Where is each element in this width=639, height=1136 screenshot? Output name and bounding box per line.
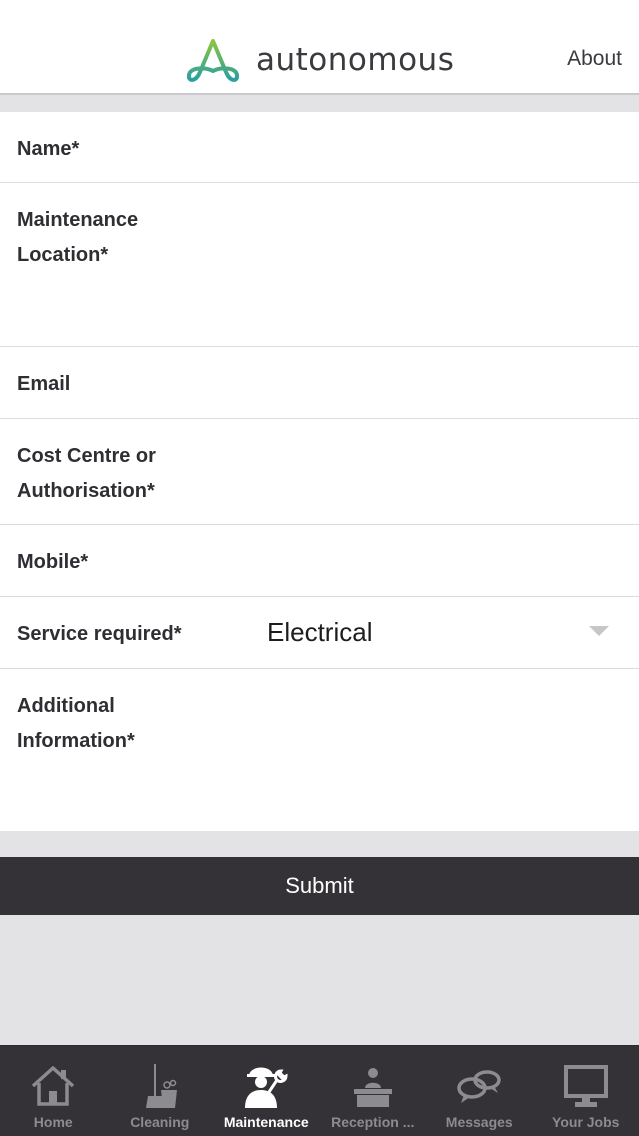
home-icon — [32, 1066, 75, 1106]
service-selected-value[interactable]: Electrical — [267, 617, 372, 648]
tab-messages-label: Messages — [445, 1114, 513, 1130]
tab-reception-label: Reception ... — [331, 1114, 415, 1130]
maintenance-form: Name* Maintenance Location* Email Cost C… — [0, 112, 639, 831]
cost-centre-field[interactable]: Cost Centre or Authorisation* — [0, 419, 639, 525]
email-label: Email — [17, 373, 71, 395]
name-label: Name* — [17, 138, 80, 160]
service-select[interactable]: Service required* Electrical — [0, 597, 639, 669]
bottom-tab-bar: Home Cleaning Maintenance Reception ... — [0, 1045, 639, 1136]
brand-logo: autonomous — [186, 38, 454, 86]
autonomous-logo-icon — [186, 39, 240, 82]
mobile-label: Mobile* — [17, 551, 89, 573]
app-header: autonomous About — [0, 0, 639, 95]
location-field[interactable]: Maintenance Location* — [0, 183, 639, 347]
tab-reception[interactable]: Reception ... — [320, 1046, 427, 1136]
reception-icon — [353, 1068, 392, 1107]
tab-home-label: Home — [33, 1114, 73, 1130]
tab-maintenance[interactable]: Maintenance — [213, 1046, 320, 1136]
tab-your-jobs[interactable]: Your Jobs — [533, 1046, 639, 1136]
additional-info-label: Additional Information* — [17, 695, 135, 752]
monitor-icon — [563, 1065, 608, 1107]
tab-cleaning-label: Cleaning — [130, 1114, 190, 1130]
location-label: Maintenance Location* — [17, 209, 139, 266]
messages-icon — [457, 1070, 501, 1103]
email-field[interactable]: Email — [0, 347, 639, 419]
cleaning-icon — [145, 1064, 177, 1108]
tab-your-jobs-label: Your Jobs — [552, 1114, 620, 1130]
logo-text: autonomous — [256, 42, 455, 78]
service-label: Service required* — [17, 623, 182, 645]
cost-centre-label: Cost Centre or Authorisation* — [17, 445, 156, 502]
mobile-field[interactable]: Mobile* — [0, 525, 639, 597]
submit-button[interactable]: Submit — [0, 857, 639, 915]
chevron-down-icon[interactable] — [589, 626, 609, 636]
tab-messages[interactable]: Messages — [426, 1046, 533, 1136]
maintenance-icon — [245, 1067, 288, 1108]
additional-info-field[interactable]: Additional Information* — [0, 669, 639, 831]
tab-maintenance-label: Maintenance — [223, 1114, 309, 1130]
tab-home[interactable]: Home — [0, 1046, 107, 1136]
tab-cleaning[interactable]: Cleaning — [107, 1046, 214, 1136]
about-link[interactable]: About — [567, 47, 622, 71]
name-field[interactable]: Name* — [0, 112, 639, 183]
